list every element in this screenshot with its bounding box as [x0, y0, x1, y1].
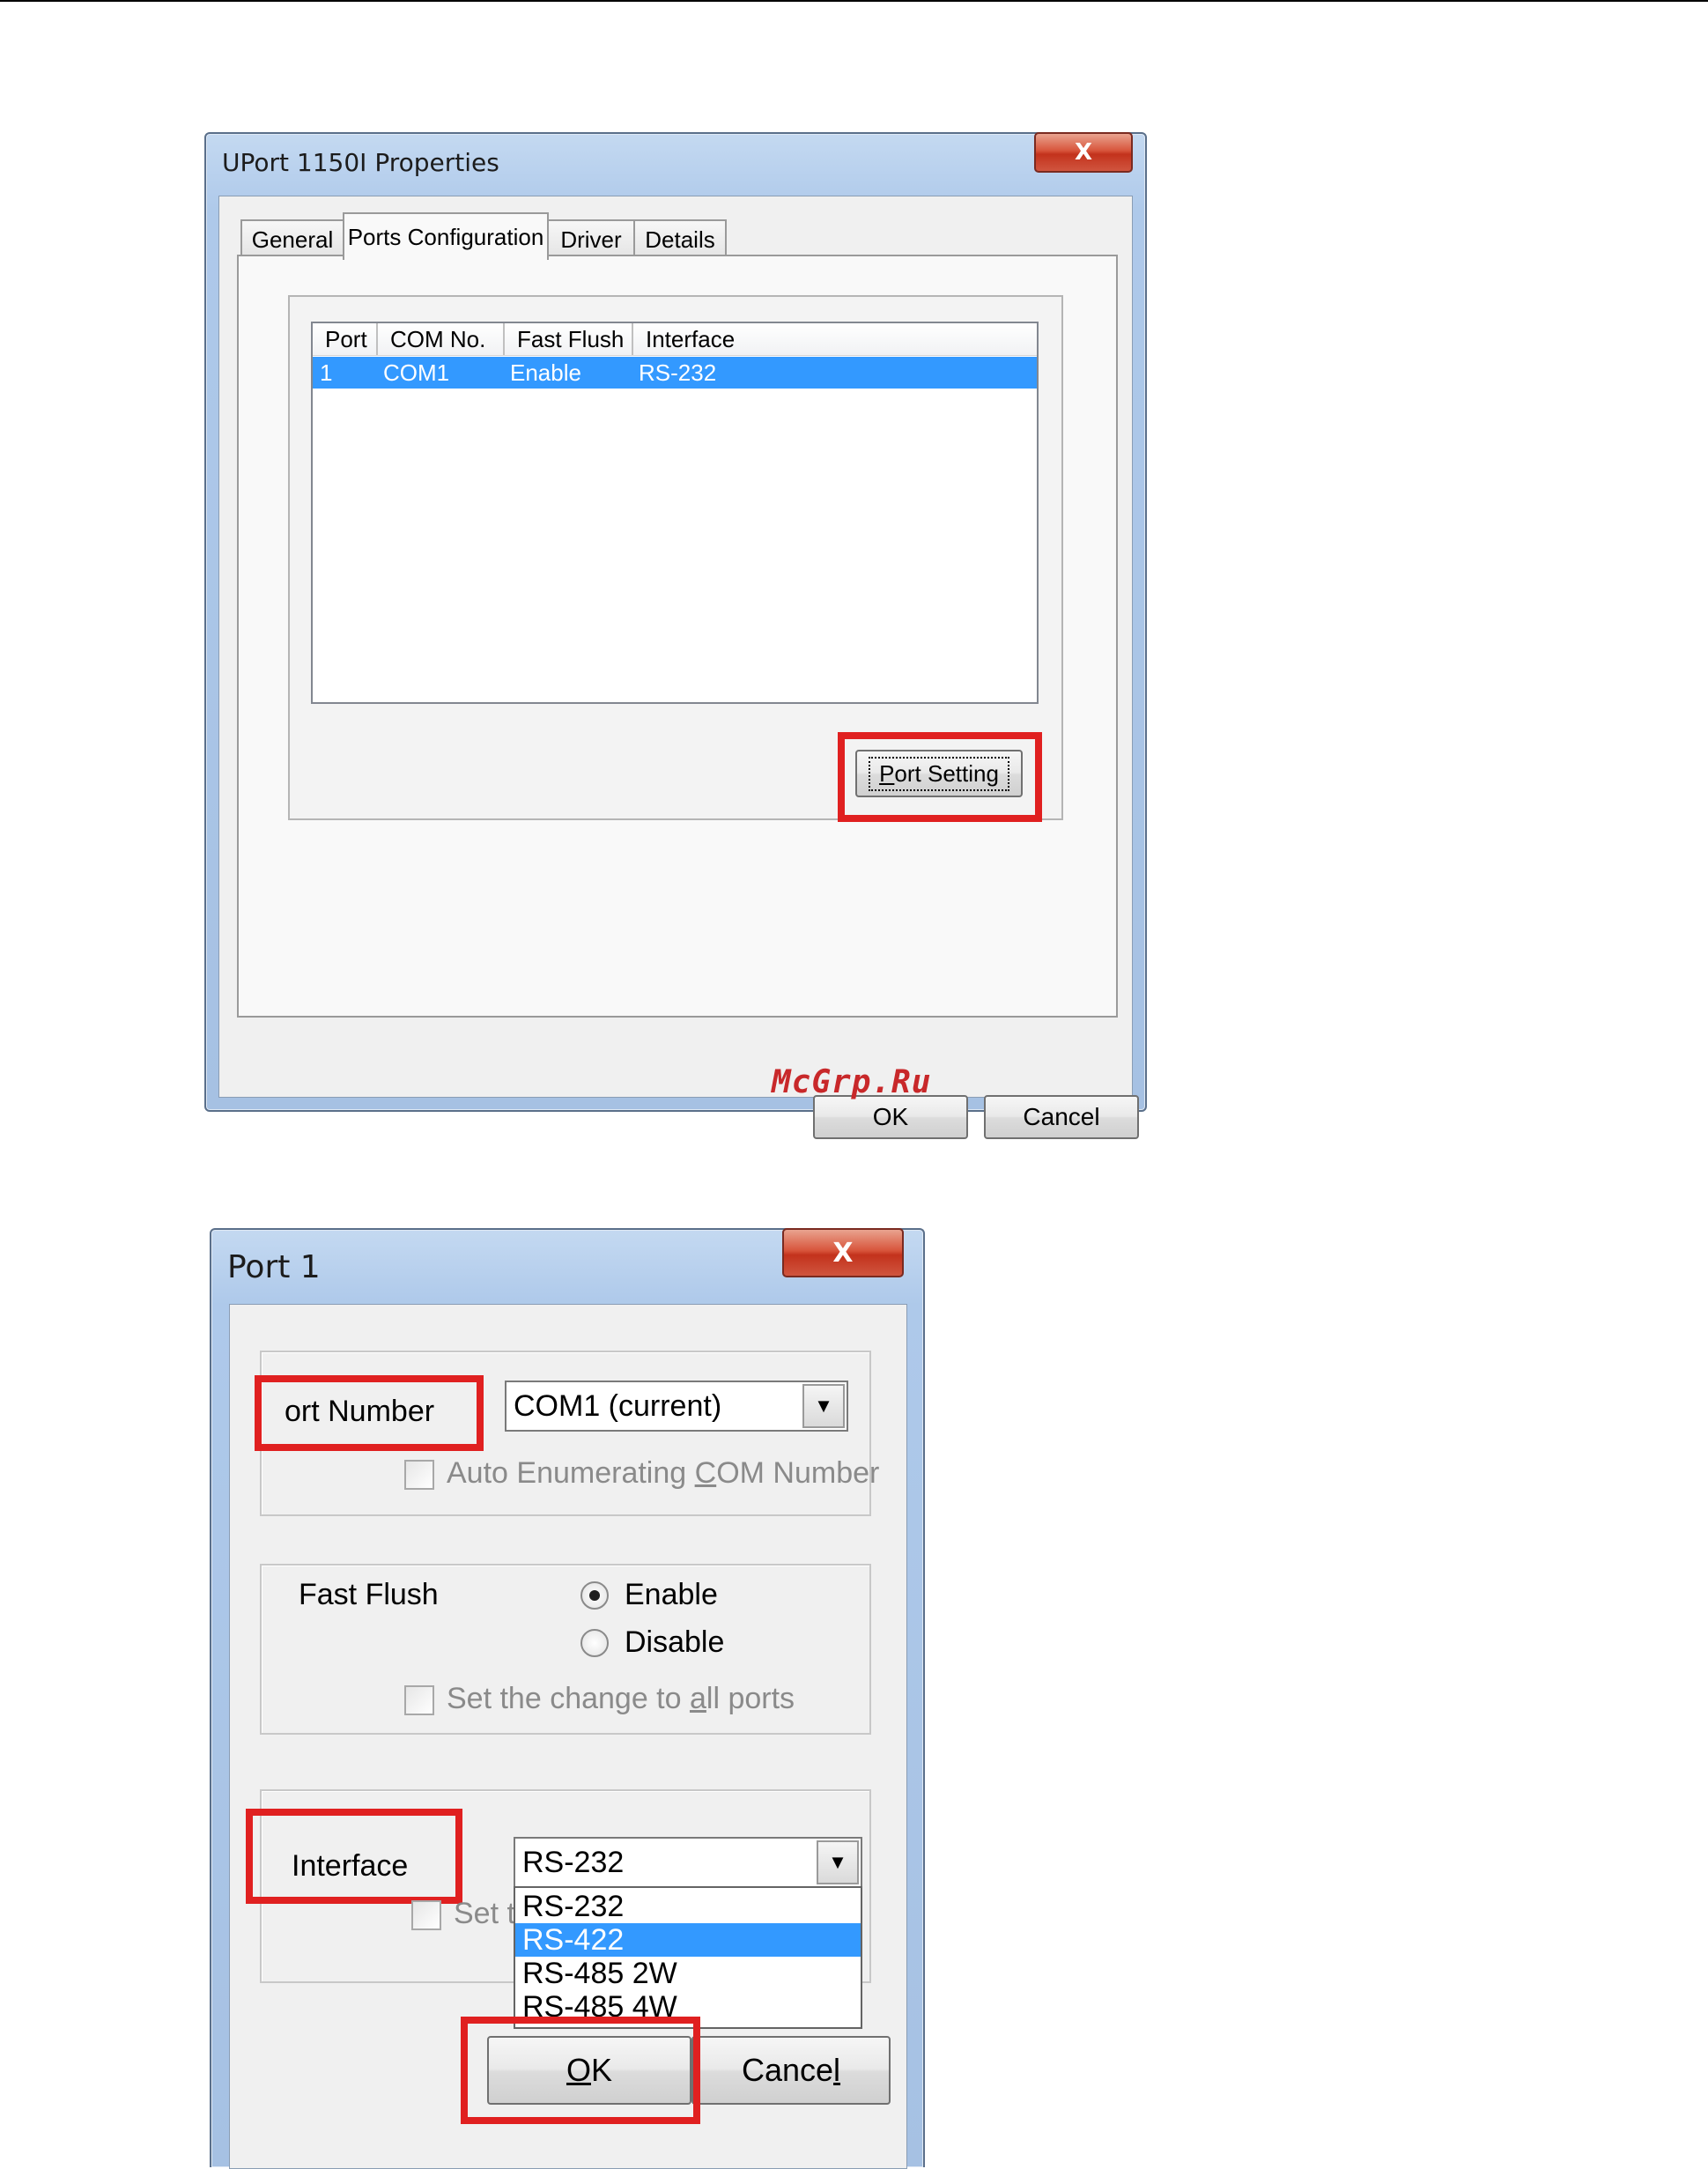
auto-enum-label: Auto Enumerating COM Number	[447, 1456, 879, 1491]
ports-configuration-panel: Port COM No. Fast Flush Interface 1 COM1…	[237, 255, 1118, 1018]
radio-enable-label: Enable	[625, 1578, 718, 1611]
ports-list[interactable]: Port COM No. Fast Flush Interface 1 COM1…	[311, 322, 1039, 704]
top-rule	[0, 0, 1708, 2]
tab-driver[interactable]: Driver	[547, 219, 635, 258]
accel-key: l	[833, 2052, 841, 2088]
window-title: UPort 1150I Properties	[222, 148, 499, 177]
set-all-fast-label: Set the change to all ports	[447, 1682, 795, 1716]
tab-ports-configuration[interactable]: Ports Configuration	[343, 212, 549, 260]
tab-label: Driver	[560, 226, 622, 253]
port-settings-window: Port 1 X ort Number COM1 (current) ▼ Aut…	[210, 1228, 925, 2169]
radio-dot	[589, 1590, 600, 1601]
tab-details[interactable]: Details	[633, 219, 727, 258]
close-icon: X	[1074, 139, 1093, 166]
cell-interface: RS-232	[639, 359, 717, 386]
cancel-button[interactable]: Cancel	[691, 2036, 891, 2105]
list-header: Port COM No. Fast Flush Interface	[313, 323, 1037, 356]
close-button[interactable]: X	[1034, 132, 1133, 173]
list-item[interactable]: RS-422	[515, 1923, 861, 1957]
button-label: Cancel	[1023, 1103, 1100, 1130]
radio-disable[interactable]	[580, 1629, 609, 1657]
highlight-box-port-setting	[838, 732, 1042, 822]
watermark-text: McGrp.Ru	[772, 1064, 932, 1100]
port-number-combo[interactable]: COM1 (current) ▼	[505, 1381, 848, 1432]
cell-port: 1	[320, 359, 333, 386]
column-port[interactable]: Port	[313, 323, 378, 355]
set-all-iface-label: Set t	[454, 1897, 515, 1930]
label-text: Set the change to	[447, 1682, 690, 1715]
column-fast-flush[interactable]: Fast Flush	[505, 323, 633, 355]
tab-label: Details	[645, 226, 715, 253]
radio-disable-label: Disable	[625, 1625, 725, 1659]
tab-label: General	[251, 226, 334, 253]
ok-button[interactable]: OK	[813, 1095, 968, 1139]
chevron-down-icon[interactable]: ▼	[817, 1840, 859, 1884]
interface-combo[interactable]: RS-232 ▼	[514, 1837, 862, 1888]
set-all-fast-checkbox[interactable]	[404, 1685, 434, 1715]
close-button[interactable]: X	[782, 1228, 904, 1277]
cell-fast-flush: Enable	[510, 359, 581, 386]
highlight-box-interface	[246, 1809, 462, 1904]
column-com-no[interactable]: COM No.	[378, 323, 505, 355]
chevron-down-icon[interactable]: ▼	[802, 1384, 845, 1428]
table-row[interactable]: 1 COM1 Enable RS-232	[313, 357, 1037, 389]
window-title: Port 1	[227, 1249, 321, 1285]
ports-frame: Port COM No. Fast Flush Interface 1 COM1…	[288, 295, 1063, 822]
fast-flush-label: Fast Flush	[299, 1578, 439, 1611]
list-item[interactable]: RS-232	[515, 1890, 861, 1923]
cancel-button[interactable]: Cancel	[984, 1095, 1139, 1139]
button-label: Cance	[741, 2052, 834, 2088]
combo-value: RS-232	[522, 1846, 625, 1879]
tab-general[interactable]: General	[240, 219, 344, 258]
accel-key: C	[694, 1456, 717, 1490]
radio-enable[interactable]	[580, 1581, 609, 1610]
cell-com: COM1	[383, 359, 450, 386]
button-label: OK	[872, 1103, 909, 1130]
dialog-client-area: General Ports Configuration Driver Detai…	[218, 196, 1139, 1139]
close-icon: X	[832, 1237, 854, 1269]
combo-value: COM1 (current)	[514, 1389, 722, 1423]
auto-enum-checkbox[interactable]	[404, 1460, 434, 1490]
tab-label: Ports Configuration	[347, 223, 544, 250]
list-item[interactable]: RS-485 2W	[515, 1957, 861, 1990]
label-text: Auto Enumerating	[447, 1456, 695, 1490]
uport-properties-window: UPort 1150I Properties X General Ports C…	[204, 132, 1147, 1139]
label-text: ll ports	[706, 1682, 795, 1715]
dialog-client-area: ort Number COM1 (current) ▼ Auto Enumera…	[229, 1304, 907, 2169]
interface-dropdown-list[interactable]: RS-232 RS-422 RS-485 2W RS-485 4W	[514, 1886, 862, 2029]
highlight-box-port-number	[255, 1375, 484, 1451]
column-interface[interactable]: Interface	[633, 323, 1037, 355]
set-all-iface-checkbox[interactable]	[411, 1900, 441, 1930]
accel-key: a	[689, 1682, 706, 1715]
label-text: OM Number	[716, 1456, 880, 1490]
highlight-box-ok	[461, 2017, 700, 2124]
